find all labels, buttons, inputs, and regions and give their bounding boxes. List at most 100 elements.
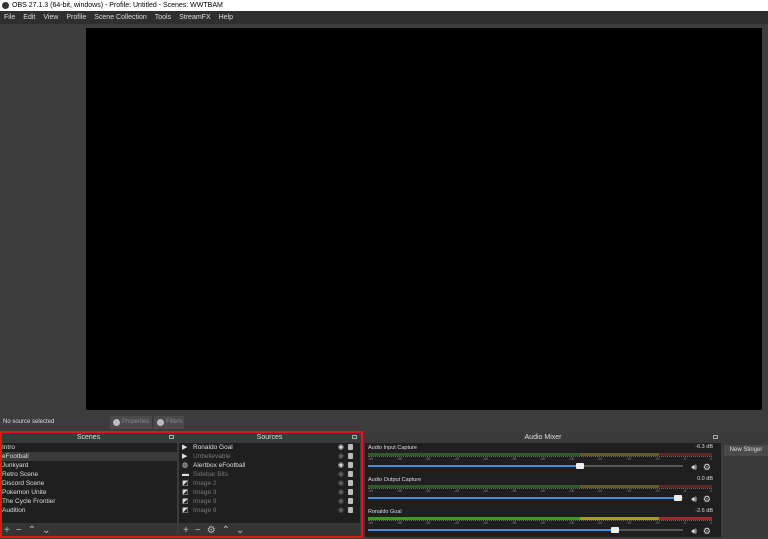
visibility-eye-icon[interactable]: ◉ bbox=[338, 461, 344, 470]
source-item[interactable]: ◩ Image 3 ◉ bbox=[179, 488, 360, 497]
scene-item[interactable]: Intro bbox=[0, 443, 177, 452]
visibility-eye-icon[interactable]: ◉ bbox=[338, 497, 344, 506]
scene-item[interactable]: Junkyard bbox=[0, 461, 177, 470]
lock-icon[interactable] bbox=[348, 507, 353, 513]
scene-item[interactable]: Audition bbox=[0, 506, 177, 515]
source-name: Image 3 bbox=[193, 489, 217, 496]
menu-file[interactable]: File bbox=[0, 11, 19, 24]
menu-view[interactable]: View bbox=[39, 11, 62, 24]
gear-icon[interactable]: ⚙ bbox=[703, 462, 711, 473]
scene-item[interactable]: Retro Scene bbox=[0, 470, 177, 479]
source-item[interactable]: ▶ Unbelievable ◉ bbox=[179, 452, 360, 461]
tick-label: -30 bbox=[539, 489, 545, 493]
tick-label: -20 bbox=[597, 521, 603, 525]
scenes-title: Scenes bbox=[76, 434, 101, 441]
volume-slider[interactable] bbox=[368, 527, 683, 533]
lock-icon[interactable] bbox=[348, 462, 353, 468]
source-name: Ronaldo Goal bbox=[193, 444, 233, 451]
window-title: OBS 27.1.3 (64-bit, windows) - Profile: … bbox=[12, 2, 223, 9]
tick-label: -35 bbox=[511, 489, 517, 493]
scene-item[interactable]: The Cycle Frontier bbox=[0, 497, 177, 506]
lock-icon[interactable] bbox=[348, 444, 353, 450]
tick-label: -60 bbox=[368, 457, 374, 461]
volume-meter bbox=[368, 485, 712, 488]
slider-handle[interactable] bbox=[576, 463, 585, 469]
move-up-button[interactable]: ⌃ bbox=[28, 525, 36, 536]
visibility-eye-icon[interactable]: ◉ bbox=[338, 452, 344, 461]
tick-label: -55 bbox=[396, 457, 402, 461]
tick-label: -10 bbox=[654, 489, 660, 493]
source-item[interactable]: ◩ Image 9 ◉ bbox=[179, 497, 360, 506]
visibility-eye-icon[interactable]: ◉ bbox=[338, 479, 344, 488]
volume-slider[interactable] bbox=[368, 463, 683, 469]
visibility-eye-icon[interactable]: ◉ bbox=[338, 443, 344, 452]
lock-icon[interactable] bbox=[348, 498, 353, 504]
mixer-channel: Ronaldo Goal -2.6 dB -60 -55 -50 -45 -40 -35 -3… bbox=[365, 507, 721, 539]
tick-label: -45 bbox=[453, 521, 460, 525]
source-item[interactable]: ◩ Image 9 ◉ bbox=[179, 506, 360, 515]
preview-canvas[interactable] bbox=[86, 28, 762, 410]
channel-db: 0.0 dB bbox=[697, 476, 713, 482]
transitions-dock: New Stinger bbox=[724, 433, 768, 537]
menu-help[interactable]: Help bbox=[215, 11, 237, 24]
speaker-icon[interactable]: 🔊︎ bbox=[691, 526, 697, 537]
scenes-header: Scenes bbox=[0, 433, 177, 443]
properties-label: Properties bbox=[122, 419, 150, 425]
slider-handle[interactable] bbox=[673, 495, 682, 501]
menu-edit[interactable]: Edit bbox=[19, 11, 39, 24]
remove-scene-button[interactable]: − bbox=[16, 525, 22, 536]
channel-name: Ronaldo Goal bbox=[368, 509, 402, 515]
new-stinger-button[interactable]: New Stinger bbox=[724, 445, 768, 456]
menu-scene-collection[interactable]: Scene Collection bbox=[90, 11, 151, 24]
menu-streamfx[interactable]: StreamFX bbox=[175, 11, 215, 24]
move-down-button[interactable]: ⌄ bbox=[42, 525, 50, 536]
filters-button[interactable]: Filters bbox=[154, 416, 184, 429]
source-item[interactable]: ▶ Ronaldo Goal ◉ bbox=[179, 443, 360, 452]
volume-slider[interactable] bbox=[368, 495, 683, 501]
tick-label: -35 bbox=[511, 457, 517, 461]
tick-label: -10 bbox=[654, 457, 660, 461]
visibility-eye-icon[interactable]: ◉ bbox=[338, 506, 344, 515]
gear-icon[interactable]: ⚙ bbox=[703, 494, 711, 505]
move-up-button[interactable]: ⌃ bbox=[222, 525, 230, 536]
menu-profile[interactable]: Profile bbox=[62, 11, 90, 24]
undock-icon[interactable] bbox=[352, 435, 357, 439]
source-item[interactable]: ◍ Alertbox eFootball ◉ bbox=[179, 461, 360, 470]
lock-icon[interactable] bbox=[348, 471, 353, 477]
scene-item[interactable]: Discord Scene bbox=[0, 479, 177, 488]
slider-handle[interactable] bbox=[610, 527, 619, 533]
visibility-eye-icon[interactable]: ◉ bbox=[338, 470, 344, 479]
move-down-button[interactable]: ⌄ bbox=[236, 525, 244, 536]
channel-name: Audio Input Capture bbox=[368, 445, 417, 451]
menu-tools[interactable]: Tools bbox=[151, 11, 175, 24]
gear-icon[interactable]: ⚙ bbox=[703, 526, 711, 537]
undock-icon[interactable] bbox=[713, 435, 718, 439]
visibility-eye-icon[interactable]: ◉ bbox=[338, 488, 344, 497]
source-item[interactable]: ◩ Image 2 ◉ bbox=[179, 479, 360, 488]
source-item[interactable]: ▬ Sidebar Bits ◉ bbox=[179, 470, 360, 479]
add-scene-button[interactable]: + bbox=[4, 525, 10, 536]
scene-item[interactable]: eFootball bbox=[0, 452, 177, 461]
lock-icon[interactable] bbox=[348, 453, 353, 459]
lock-icon[interactable] bbox=[348, 489, 353, 495]
undock-icon[interactable] bbox=[169, 435, 174, 439]
source-properties-button[interactable]: ⚙ bbox=[207, 525, 216, 536]
tick-label: -30 bbox=[539, 521, 545, 525]
tick-label: -10 bbox=[654, 521, 660, 525]
add-source-button[interactable]: + bbox=[183, 525, 189, 536]
meter-scale: -60 -55 -50 -45 -40 -35 -30 -25 -20 -15 -10 -5 0 bbox=[368, 456, 712, 462]
source-name: Alertbox eFootball bbox=[193, 462, 246, 469]
speaker-icon[interactable]: 🔊︎ bbox=[691, 462, 697, 473]
play-icon: ▶ bbox=[182, 444, 188, 451]
speaker-icon[interactable]: 🔊︎ bbox=[691, 494, 697, 505]
scene-item[interactable]: Pokemon Unite bbox=[0, 488, 177, 497]
tick-label: -25 bbox=[568, 521, 574, 525]
tick-label: -15 bbox=[625, 489, 631, 493]
meter-scale: -60 -55 -50 -45 -40 -35 -30 -25 -20 -15 -10 -5 0 bbox=[368, 520, 712, 526]
scenes-dock: Scenes Intro eFootball Junkyard Retro Scene… bbox=[0, 433, 177, 537]
tick-label: -25 bbox=[568, 457, 574, 461]
remove-source-button[interactable]: − bbox=[195, 525, 201, 536]
properties-button[interactable]: Properties bbox=[110, 416, 152, 429]
lock-icon[interactable] bbox=[348, 480, 353, 486]
tick-label: -30 bbox=[539, 457, 545, 461]
